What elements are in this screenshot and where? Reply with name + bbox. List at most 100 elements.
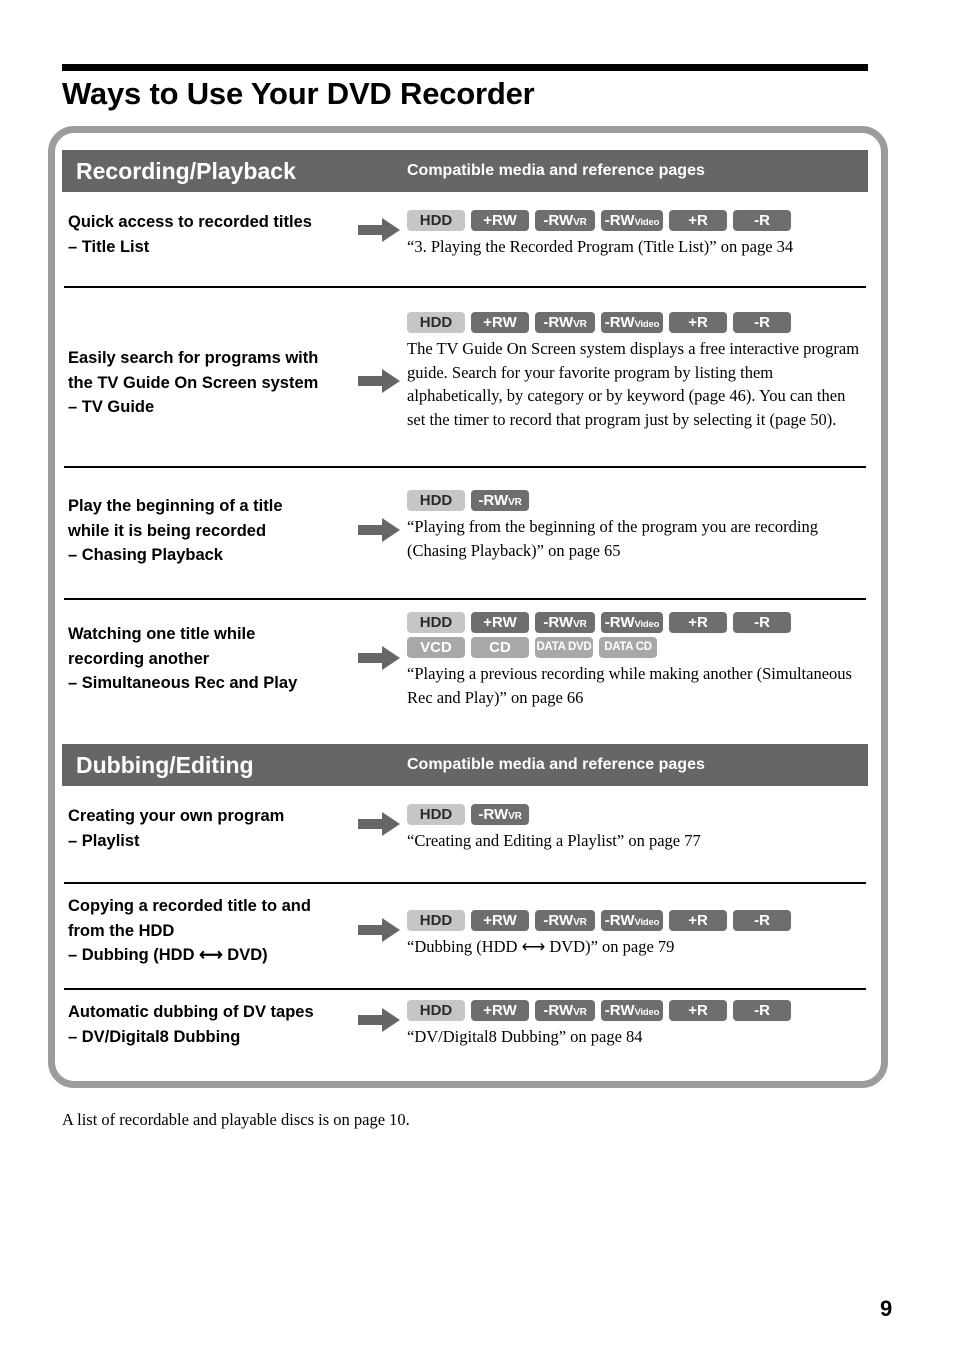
row-heading-line: Creating your own program xyxy=(68,807,285,825)
row-divider xyxy=(64,598,866,600)
media-badge-plus-rw: +RW xyxy=(471,612,529,633)
row-heading: Play the beginning of a title while it i… xyxy=(68,494,358,568)
row-heading-line: – Chasing Playback xyxy=(68,546,223,564)
section-subtitle: Compatible media and reference pages xyxy=(407,162,705,179)
document-page: Ways to Use Your DVD Recorder Recording/… xyxy=(0,0,954,1352)
media-badge-plus-rw: +RW xyxy=(471,1000,529,1021)
media-badge-cd: CD xyxy=(471,637,529,658)
row-heading-line: – Simultaneous Rec and Play xyxy=(68,674,298,692)
right-arrow-icon xyxy=(358,812,402,838)
row-heading-line: from the HDD xyxy=(68,921,175,940)
right-arrow-icon xyxy=(358,918,402,944)
row-divider xyxy=(64,286,866,288)
media-badge-minus-rw-vr: -RW VR xyxy=(535,1000,595,1021)
reference-text: “Playing a previous recording while maki… xyxy=(407,664,852,707)
page-number: 9 xyxy=(880,1296,893,1321)
right-arrow-icon xyxy=(358,369,402,395)
media-badge-plus-r: +R xyxy=(669,1000,727,1021)
media-badge-hdd: HDD xyxy=(407,210,465,231)
right-arrow-icon xyxy=(358,1008,402,1034)
media-badge-list: HDD +RW -RW VR -RW Video +R -R xyxy=(407,612,867,633)
row-heading: Quick access to recorded titles – Title … xyxy=(68,210,358,259)
row-heading-line: the TV Guide On Screen system xyxy=(68,373,319,392)
row-heading-line: recording another xyxy=(68,649,210,668)
media-badge-list: HDD -RW VR xyxy=(407,804,867,825)
media-badge-minus-rw-video: -RW Video xyxy=(601,312,663,333)
media-badge-minus-rw-vr: -RW VR xyxy=(535,312,595,333)
media-badge-minus-rw-vr: -RW VR xyxy=(535,612,595,633)
row-heading-line: – DV/Digital8 Dubbing xyxy=(68,1027,241,1046)
media-badge-plus-r: +R xyxy=(669,612,727,633)
media-badge-plus-rw: +RW xyxy=(471,210,529,231)
media-badge-minus-r: -R xyxy=(733,612,791,633)
row-heading-line: Play the beginning of a title xyxy=(68,497,283,515)
right-arrow-icon xyxy=(358,518,402,544)
media-badge-plus-r: +R xyxy=(669,210,727,231)
media-badge-list-secondary: VCD CD DATA DVD DATA CD xyxy=(407,637,867,658)
row-heading-line: Watching one title while xyxy=(68,625,256,643)
section-title: Recording/Playback xyxy=(76,157,296,184)
section-subtitle: Compatible media and reference pages xyxy=(407,756,705,773)
media-badge-plus-rw: +RW xyxy=(471,910,529,931)
row-heading-line: Copying a recorded title to and xyxy=(68,897,311,915)
row-heading: Copying a recorded title to and from the… xyxy=(68,894,358,968)
row-divider xyxy=(64,988,866,990)
media-badge-minus-r: -R xyxy=(733,1000,791,1021)
title-rule xyxy=(62,64,868,71)
media-badge-minus-rw-vr: -RW VR xyxy=(535,210,595,231)
right-arrow-icon xyxy=(358,646,402,672)
row-heading-line: – Title List xyxy=(68,237,150,256)
reference-text: “DV/Digital8 Dubbing” on page 84 xyxy=(407,1027,643,1046)
row-heading-line: Easily search for programs with xyxy=(68,349,319,367)
row-heading-line: Quick access to recorded titles xyxy=(68,213,312,231)
body-text: The TV Guide On Screen system displays a… xyxy=(407,339,860,429)
right-arrow-icon xyxy=(358,218,402,244)
media-badge-plus-rw: +RW xyxy=(471,312,529,333)
row-heading: Creating your own program – Playlist xyxy=(68,804,358,853)
reference-text: “Dubbing (HDD ⟷ DVD)” on page 79 xyxy=(407,937,675,956)
media-badge-list: HDD -RW VR xyxy=(407,490,867,511)
media-badge-plus-r: +R xyxy=(669,312,727,333)
media-badge-list: HDD +RW -RW VR -RW Video +R -R xyxy=(407,210,867,231)
row-divider xyxy=(64,466,866,468)
media-badge-minus-rw-video: -RW Video xyxy=(601,210,663,231)
row-heading-line: – TV Guide xyxy=(68,398,155,416)
row-content: HDD +RW -RW VR -RW Video +R -R “3. Playing… xyxy=(407,210,867,259)
media-badge-list: HDD +RW -RW VR -RW Video +R -R xyxy=(407,910,867,931)
media-badge-hdd: HDD xyxy=(407,612,465,633)
row-heading: Watching one title while recording anoth… xyxy=(68,622,358,696)
media-badge-hdd: HDD xyxy=(407,490,465,511)
media-badge-minus-rw-video: -RW Video xyxy=(601,1000,663,1021)
media-badge-hdd: HDD xyxy=(407,312,465,333)
reference-text: “Playing from the beginning of the progr… xyxy=(407,517,819,560)
section-header-dubbing-editing: Dubbing/Editing Compatible media and ref… xyxy=(62,744,868,786)
row-heading: Easily search for programs with the TV G… xyxy=(68,346,358,420)
media-badge-minus-r: -R xyxy=(733,210,791,231)
row-heading-line: – Dubbing (HDD ⟷ DVD) xyxy=(68,946,268,964)
media-badge-minus-rw-video: -RW Video xyxy=(601,612,663,633)
page-title: Ways to Use Your DVD Recorder xyxy=(62,76,535,111)
media-badge-list: HDD +RW -RW VR -RW Video +R -R xyxy=(407,312,867,333)
section-title: Dubbing/Editing xyxy=(76,751,254,778)
media-badge-minus-rw-video: -RW Video xyxy=(601,910,663,931)
row-content: HDD +RW -RW VR -RW Video +R -R The TV Guid… xyxy=(407,312,867,431)
media-badge-hdd: HDD xyxy=(407,910,465,931)
media-badge-minus-r: -R xyxy=(733,312,791,333)
media-badge-plus-r: +R xyxy=(669,910,727,931)
row-heading: Automatic dubbing of DV tapes – DV/Digit… xyxy=(68,1000,358,1049)
row-content: HDD +RW -RW VR -RW Video +R -R VCD CD DATA… xyxy=(407,612,867,709)
row-divider xyxy=(64,882,866,884)
media-badge-hdd: HDD xyxy=(407,1000,465,1021)
media-badge-vcd: VCD xyxy=(407,637,465,658)
media-badge-minus-rw-vr: -RW VR xyxy=(471,490,529,511)
footnote-text: A list of recordable and playable discs … xyxy=(62,1110,410,1129)
row-content: HDD +RW -RW VR -RW Video +R -R “DV/Digital… xyxy=(407,1000,867,1049)
row-content: HDD +RW -RW VR -RW Video +R -R “Dubbing (H… xyxy=(407,910,867,959)
reference-text: “Creating and Editing a Playlist” on pag… xyxy=(407,831,701,850)
media-badge-data-cd: DATA CD xyxy=(599,637,657,658)
row-heading-line: – Playlist xyxy=(68,831,140,850)
row-content: HDD -RW VR “Creating and Editing a Playli… xyxy=(407,804,867,853)
media-badge-data-dvd: DATA DVD xyxy=(535,637,593,658)
media-badge-minus-r: -R xyxy=(733,910,791,931)
row-heading-line: Automatic dubbing of DV tapes xyxy=(68,1003,314,1021)
